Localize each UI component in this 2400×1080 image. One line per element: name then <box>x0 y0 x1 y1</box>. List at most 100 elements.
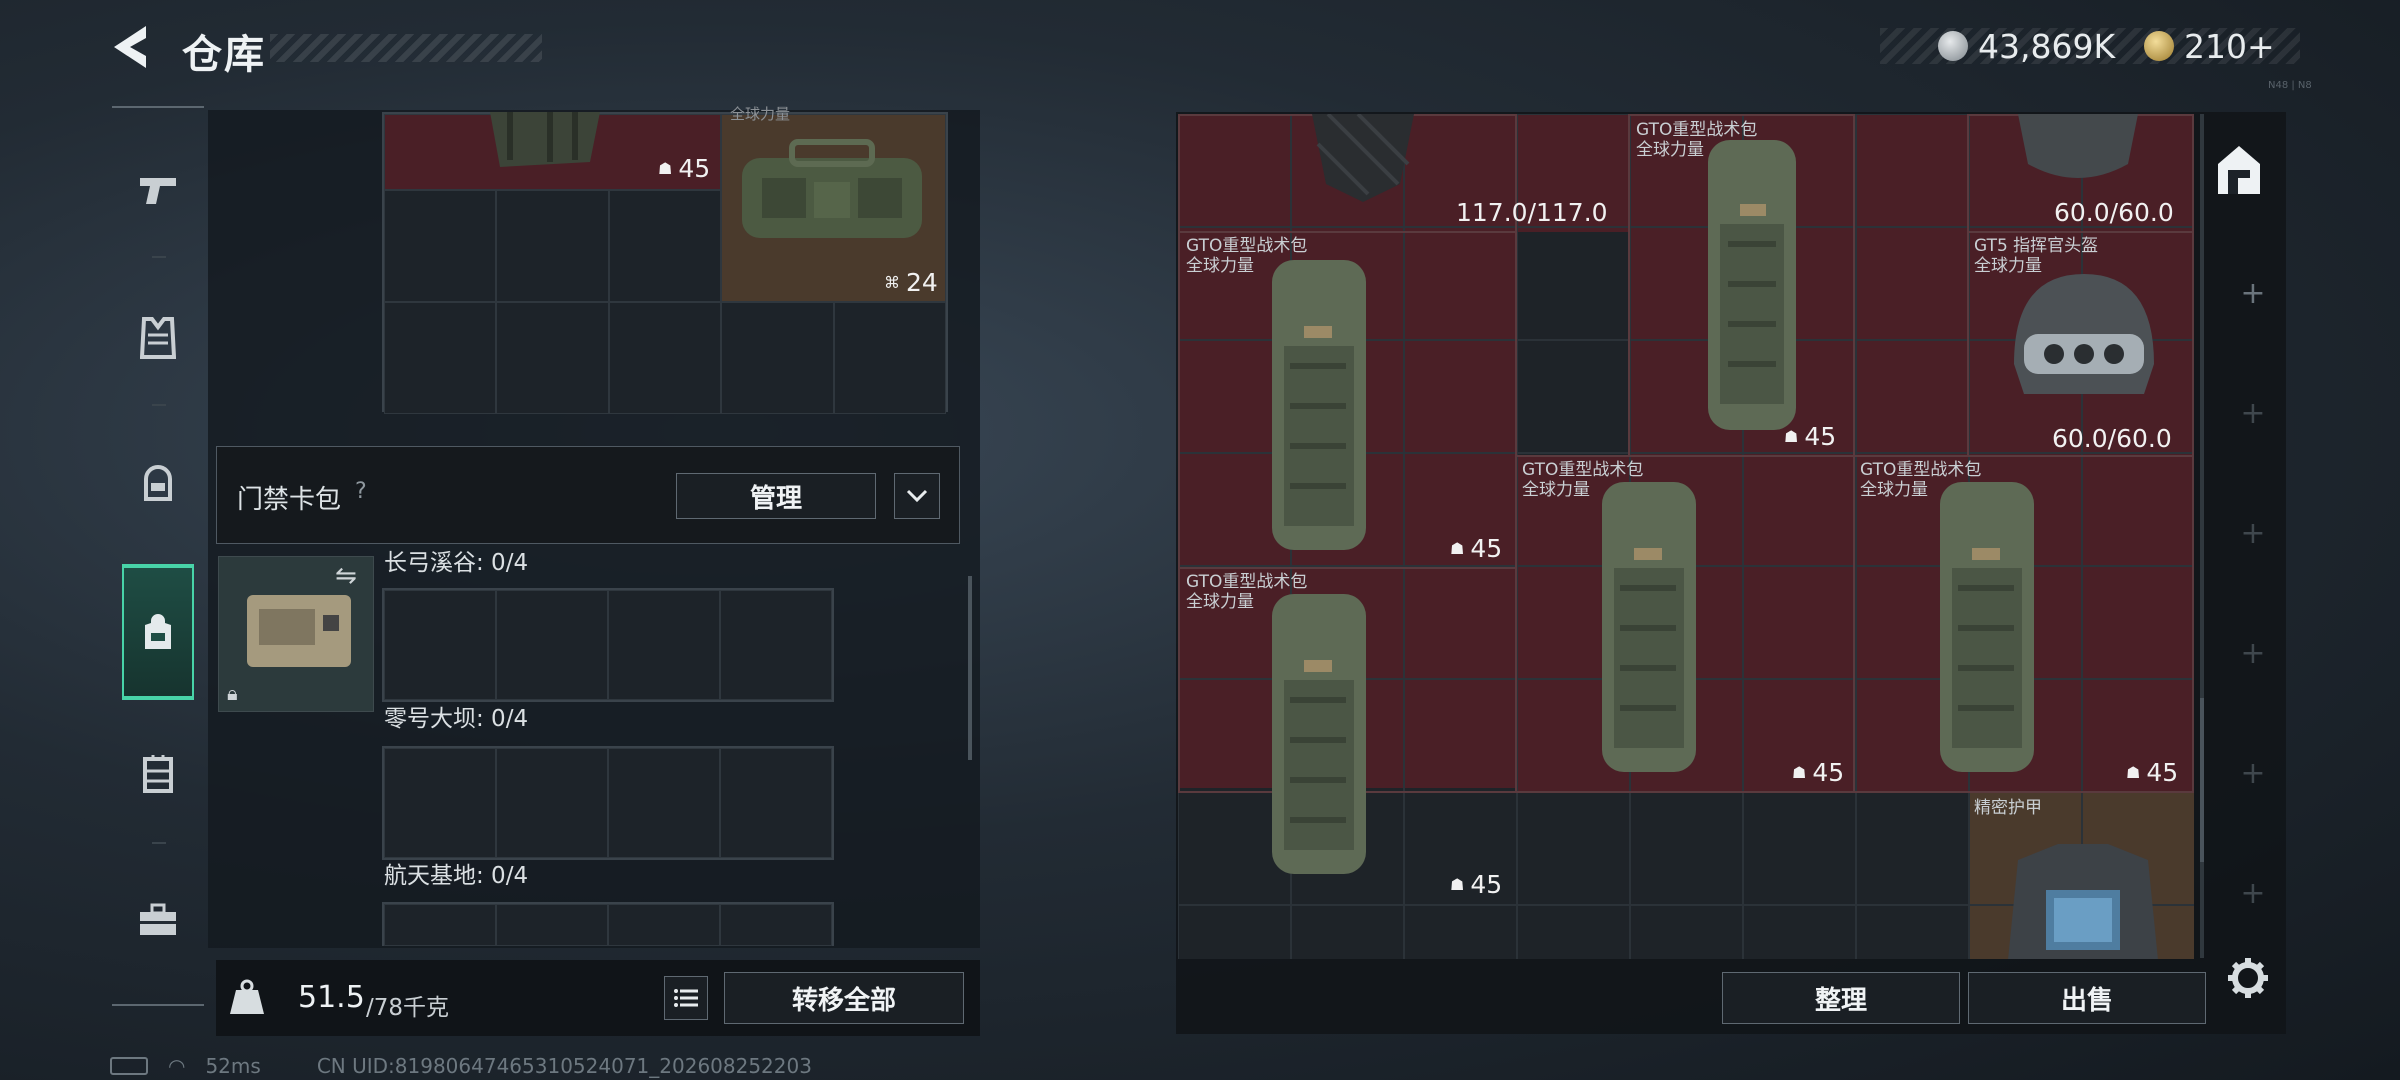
silver-coin-icon <box>1938 31 1968 61</box>
grid-cell[interactable] <box>496 302 609 414</box>
grid-cell[interactable] <box>721 302 834 414</box>
nav-chest-rig[interactable] <box>122 738 194 810</box>
backpack-icon: ☗ <box>658 159 673 178</box>
add-stash-tab-button[interactable]: + <box>2238 636 2268 671</box>
slot-label: 航天基地: 0/4 <box>384 863 529 889</box>
nav-armor[interactable] <box>122 302 194 374</box>
item-quantity: ☗ 45 <box>1784 422 1837 451</box>
backpack-icon: ☗ <box>1450 875 1465 894</box>
card-slot[interactable] <box>384 590 496 700</box>
card-slot[interactable] <box>720 590 832 700</box>
stash-tab-main[interactable] <box>2214 142 2264 198</box>
item-sublabel: 全球力量 <box>1186 256 1254 276</box>
vest-icon <box>140 317 176 359</box>
card-slot[interactable] <box>608 904 720 946</box>
durability: 60.0/60.0 <box>2052 424 2172 453</box>
backpack-icon <box>490 112 600 167</box>
pistol-icon <box>140 178 176 204</box>
grid-cell[interactable] <box>833 302 946 414</box>
add-stash-tab-button[interactable]: + <box>2238 756 2268 791</box>
backpack-image[interactable] <box>1258 584 1388 884</box>
nav-backpack[interactable] <box>122 564 194 700</box>
card-slot[interactable] <box>496 590 608 700</box>
gold-amount: 210+ <box>2184 26 2275 66</box>
weight-current: 51.5 <box>298 980 365 1015</box>
backpack-icon: ☗ <box>1450 539 1465 558</box>
left-scrollbar[interactable] <box>968 576 972 760</box>
duffel-bag-image[interactable] <box>732 128 932 248</box>
item-quantity: ☗ 45 <box>1792 758 1845 787</box>
card-slot[interactable] <box>384 748 496 858</box>
backpack-icon: ☗ <box>1792 763 1807 782</box>
backpack-image[interactable] <box>1258 250 1388 560</box>
grid-cell[interactable] <box>608 190 722 302</box>
back-button[interactable] <box>108 22 154 72</box>
item-sublabel: 全球力量 <box>1522 480 1590 500</box>
card-slot[interactable] <box>608 590 720 700</box>
back-arrow-icon <box>114 26 146 68</box>
card-slot[interactable] <box>720 748 832 858</box>
item-quantity: ⌘ 24 <box>884 268 938 297</box>
item-quantity: ☗ 45 <box>1450 534 1503 563</box>
page-title: 仓库 <box>182 32 266 78</box>
list-view-button[interactable] <box>664 976 708 1020</box>
title-decoration <box>270 34 542 62</box>
backpack-item-image[interactable] <box>480 112 630 172</box>
backpack-icon: ☗ <box>2126 763 2141 782</box>
backpack-image[interactable] <box>1926 472 2056 782</box>
backpack-image[interactable] <box>1698 134 1808 444</box>
card-slot[interactable] <box>608 748 720 858</box>
uid-text: CN UID:81980647465310524071_202608252203 <box>316 1054 812 1078</box>
chevron-down-icon <box>906 489 928 503</box>
nav-case[interactable] <box>122 884 194 956</box>
expand-button[interactable] <box>894 473 940 519</box>
armor-vest-image[interactable] <box>1998 840 2168 959</box>
transfer-all-button[interactable]: 转移全部 <box>724 972 964 1024</box>
backpack-image[interactable] <box>1588 472 1718 782</box>
grid-cell[interactable] <box>496 190 609 302</box>
gold-currency[interactable]: 210+ <box>2144 26 2275 66</box>
swap-icon[interactable]: ⇋ <box>335 561 357 591</box>
nav-weapons[interactable] <box>122 154 194 226</box>
card-pack-slot[interactable]: ⇋ 🔒︎ <box>218 556 374 712</box>
armor-image[interactable] <box>1308 114 1418 204</box>
stash-scrollbar[interactable] <box>2200 698 2204 862</box>
gear-icon <box>2228 958 2268 998</box>
helmet-icon <box>144 465 172 501</box>
silver-amount: 43,869K <box>1978 26 2116 66</box>
weight-max: /78千克 <box>366 995 450 1021</box>
item-quantity: ☗ 45 <box>1450 870 1503 899</box>
sell-button[interactable]: 出售 <box>1968 972 2206 1024</box>
stash-grid: 117.0/117.0 GTO重型战术包 全球力量 ☗ 45 60.0/60.0 … <box>1178 114 2194 959</box>
duffel-bag-icon <box>742 139 922 238</box>
silver-currency: 43,869K <box>1938 26 2116 66</box>
nav-helmet[interactable] <box>122 448 194 520</box>
gold-coin-icon <box>2144 31 2174 61</box>
card-slot-grid <box>382 746 834 860</box>
grid-cell[interactable] <box>384 302 497 414</box>
helmet-image[interactable] <box>2008 114 2148 184</box>
sort-button[interactable]: 整理 <box>1722 972 1960 1024</box>
add-stash-tab-button[interactable]: + <box>2238 276 2268 311</box>
ping-value: 52ms <box>205 1054 261 1078</box>
access-card-pack: 门禁卡包 ? 管理 <box>216 446 960 544</box>
card-slot[interactable] <box>496 904 608 946</box>
battery-icon <box>110 1057 148 1075</box>
help-icon[interactable]: ? <box>355 479 367 504</box>
card-slot[interactable] <box>384 904 496 946</box>
card-slot[interactable] <box>496 748 608 858</box>
settings-button[interactable] <box>2226 956 2270 1000</box>
status-footer: ◠ 52ms CN UID:81980647465310524071_20260… <box>110 1054 812 1078</box>
add-stash-tab-button[interactable]: + <box>2238 396 2268 431</box>
add-stash-tab-button[interactable]: + <box>2238 876 2268 911</box>
item-label: 全球力量 <box>730 105 791 123</box>
item-sublabel: 全球力量 <box>1636 140 1704 160</box>
add-stash-tab-button[interactable]: + <box>2238 516 2268 551</box>
grid-cell[interactable] <box>384 190 497 302</box>
card-pack-title: 门禁卡包 <box>237 485 342 515</box>
manage-button[interactable]: 管理 <box>676 473 876 519</box>
card-slot[interactable] <box>720 904 832 946</box>
durability: 117.0/117.0 <box>1456 198 1608 227</box>
grid-cell[interactable] <box>608 302 722 414</box>
helmet-image[interactable] <box>1994 254 2174 424</box>
